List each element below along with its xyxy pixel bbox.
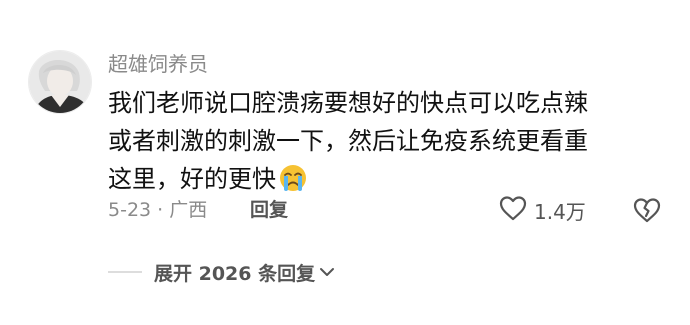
comment-location: 广西 (169, 199, 208, 221)
divider (108, 271, 142, 273)
expand-replies-button[interactable]: 展开 2026 条回复 (108, 258, 335, 286)
heart-icon (498, 194, 528, 226)
comment-text-line: 或者刺激的刺激一下，然后让免疫系统更看重 (108, 127, 588, 155)
meta-separator: · (157, 199, 164, 221)
like-button[interactable]: 1.4万 (498, 194, 586, 226)
like-count: 1.4万 (534, 199, 586, 224)
comment-date: 5-23 (108, 199, 152, 221)
expand-replies-label: 展开 2026 条回复 (154, 262, 316, 285)
comment-text-line: 我们老师说口腔溃疡要想好的快点可以吃点辣 (108, 89, 588, 117)
comment-text: 我们老师说口腔溃疡要想好的快点可以吃点辣 或者刺激的刺激一下，然后让免疫系统更看… (108, 84, 668, 204)
comment-text-line-part: 这里，好的更快 (108, 165, 276, 193)
chevron-down-icon (319, 263, 335, 282)
username[interactable]: 超雄饲养员 (108, 50, 208, 78)
dislike-button[interactable] (632, 195, 662, 225)
avatar[interactable] (28, 50, 92, 114)
reply-button[interactable]: 回复 (250, 196, 288, 224)
broken-heart-icon (632, 198, 662, 229)
comment-meta: 5-23 · 广西 (108, 196, 207, 224)
